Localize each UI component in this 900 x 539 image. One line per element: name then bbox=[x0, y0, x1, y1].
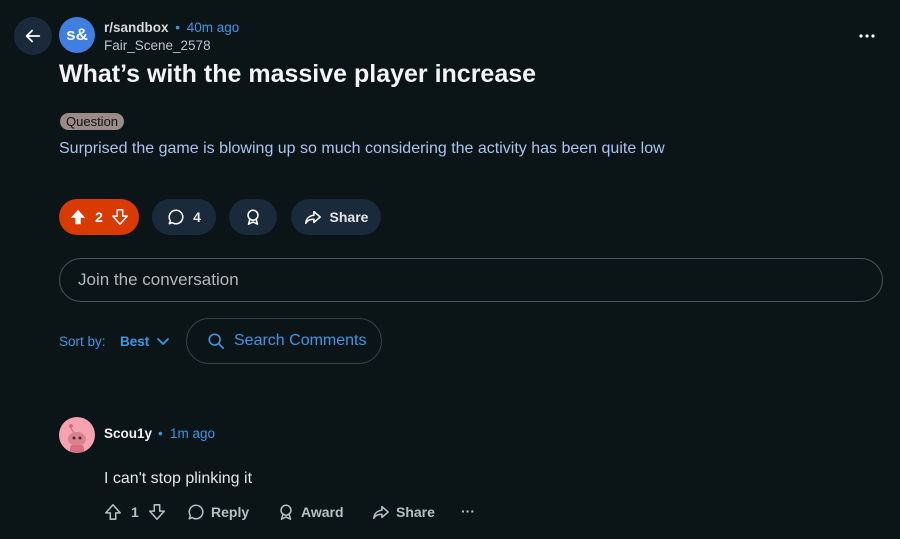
share-icon bbox=[304, 210, 321, 225]
comment-separator: • bbox=[158, 426, 163, 441]
subreddit-link[interactable]: r/sandbox bbox=[104, 20, 169, 35]
reply-label: Reply bbox=[211, 504, 250, 520]
comment-time: 1m ago bbox=[170, 426, 216, 441]
meta-separator: • bbox=[175, 20, 181, 35]
award-button[interactable] bbox=[229, 199, 277, 235]
post-time: 40m ago bbox=[186, 20, 240, 35]
upvote-icon[interactable] bbox=[69, 208, 87, 226]
more-icon bbox=[859, 34, 875, 38]
award-icon bbox=[247, 209, 259, 225]
reply-button[interactable]: Reply bbox=[187, 503, 249, 521]
search-placeholder: Search Comments bbox=[234, 332, 367, 349]
comment-icon bbox=[188, 504, 204, 520]
sort-dropdown[interactable]: Best bbox=[120, 334, 170, 349]
award-icon bbox=[280, 504, 292, 520]
comment-icon bbox=[168, 209, 184, 225]
sort-label: Sort by: bbox=[59, 334, 106, 349]
comment-share-button[interactable]: Share bbox=[372, 503, 435, 521]
post-score: 2 bbox=[95, 209, 103, 225]
share-button[interactable]: Share bbox=[291, 199, 381, 235]
comment-share-label: Share bbox=[396, 504, 435, 520]
join-conversation-input[interactable]: Join the conversation bbox=[59, 258, 883, 302]
share-icon bbox=[373, 505, 389, 520]
post-meta: r/sandbox • 40m ago bbox=[104, 20, 239, 35]
join-placeholder: Join the conversation bbox=[78, 270, 239, 289]
post-flair[interactable]: Question bbox=[60, 113, 125, 130]
back-arrow-icon bbox=[25, 29, 41, 43]
comment-award-button[interactable]: Award bbox=[277, 503, 344, 521]
subreddit-avatar[interactable]: s& bbox=[59, 17, 95, 53]
upvote-icon[interactable] bbox=[104, 503, 122, 521]
more-icon: ··· bbox=[461, 503, 475, 519]
share-label: Share bbox=[329, 209, 369, 225]
search-icon bbox=[208, 333, 225, 350]
comment-score: 1 bbox=[131, 504, 139, 520]
back-button[interactable] bbox=[14, 17, 52, 55]
comment-more-button[interactable]: ··· bbox=[461, 503, 475, 519]
post-body: Surprised the game is blowing up so much… bbox=[59, 140, 665, 157]
chevron-down-icon bbox=[157, 337, 170, 345]
search-comments-input[interactable]: Search Comments bbox=[186, 318, 382, 364]
sort-value: Best bbox=[120, 334, 150, 349]
commenter-avatar[interactable] bbox=[59, 417, 95, 453]
comment-vote-control: 1 bbox=[104, 503, 166, 521]
comment-author[interactable]: Scou1y bbox=[104, 426, 152, 441]
downvote-icon[interactable] bbox=[111, 208, 129, 226]
comments-button[interactable]: 4 bbox=[152, 199, 216, 235]
post-more-button[interactable] bbox=[852, 26, 882, 46]
downvote-icon[interactable] bbox=[148, 503, 166, 521]
vote-control: 2 bbox=[59, 199, 139, 235]
post-author[interactable]: Fair_Scene_2578 bbox=[104, 38, 211, 53]
comment-body: I can't stop plinking it bbox=[104, 470, 253, 487]
post-title: What’s with the massive player increase bbox=[59, 60, 537, 88]
comment-count: 4 bbox=[193, 209, 201, 225]
award-label: Award bbox=[301, 504, 344, 520]
